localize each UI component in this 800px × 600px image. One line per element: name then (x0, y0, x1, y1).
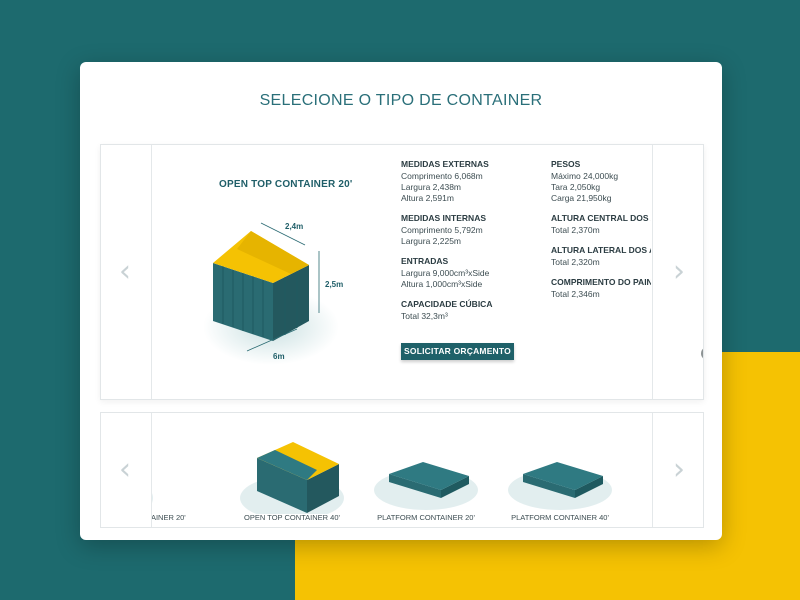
spec-value: Total 2,346m (551, 289, 600, 299)
container-thumbnail[interactable]: PLATFORM CONTAINER 20' (361, 413, 491, 527)
spec-group: CAPACIDADE CÚBICA Total 32,3m³ (401, 299, 492, 322)
spec-title: ENTRADAS (401, 256, 449, 266)
next-container-button[interactable]: › (652, 145, 703, 399)
spec-value: Altura 2,591m (401, 193, 454, 203)
spec-title: PESOS (551, 159, 581, 169)
spec-title: ALTURA LATERAL DOS ARCOS (551, 245, 651, 255)
spec-title: CAPACIDADE CÚBICA (401, 299, 493, 309)
specs-column-1: MEDIDAS EXTERNAS Comprimento 6,068m Largur… (401, 159, 492, 331)
container-thumbnail-label: PLATFORM CONTAINER 20' (377, 513, 475, 522)
spec-value: Máximo 24,000kg (551, 171, 619, 181)
thumbs-next-button[interactable]: › (652, 413, 703, 527)
dimension-height: 2,5m (325, 280, 343, 289)
spec-value: Largura 2,225m (401, 236, 462, 246)
container-illustration: 2,4m 2,5m 6m (203, 222, 343, 365)
container-thumbnail-label: OPEN TOP CONTAINER 40' (244, 513, 340, 522)
spec-title: ALTURA CENTRAL DOS ARCOS (551, 213, 651, 223)
spec-value: Total 32,3m³ (401, 311, 448, 321)
spec-value: Tara 2,050kg (551, 182, 601, 192)
container-thumbnail[interactable]: PLATFORM CONTAINER 40' (495, 413, 625, 527)
thumbs-prev-button[interactable]: ‹ (101, 413, 152, 527)
spec-value: Comprimento 6,068m (401, 171, 483, 181)
spec-value: Largura 9,000cm³xSide (401, 268, 490, 278)
container-thumbnail-icon (374, 462, 478, 510)
chevron-right-icon: › (673, 452, 685, 487)
chevron-left-icon: ‹ (119, 254, 131, 289)
page-title: SELECIONE O TIPO DE CONTAINER (259, 92, 543, 109)
spec-title: MEDIDAS EXTERNAS (401, 159, 489, 169)
selected-container-name: OPEN TOP CONTAINER 20' (219, 179, 353, 190)
container-detail-panel: ‹ OPEN TOP CONTAINER 20' 2,4m 2,5m 6m ME… (100, 144, 704, 400)
spec-value: Altura 1,000cm³xSide (401, 279, 483, 289)
spec-group: ALTURA LATERAL DOS ARCOS Total 2,320m (551, 245, 651, 268)
spec-value: Largura 2,438m (401, 182, 462, 192)
container-thumbnail-icon (240, 442, 344, 514)
spec-value: Total 2,320m (551, 257, 600, 267)
spec-value: Comprimento 5,792m (401, 225, 483, 235)
spec-group: MEDIDAS EXTERNAS Comprimento 6,068m Largur… (401, 159, 492, 204)
chevron-right-icon: › (673, 254, 685, 289)
container-thumbnail-icon (508, 462, 612, 510)
dimension-width: 2,4m (285, 222, 303, 231)
request-quote-button[interactable]: SOLICITAR ORÇAMENTO (401, 343, 514, 360)
prev-container-button[interactable]: ‹ (101, 145, 152, 399)
spec-value: Carga 21,950kg (551, 193, 612, 203)
container-thumbnails-carousel: CONTAINER 20' OPEN TOP CONTAINER 40' PLA… (100, 412, 704, 528)
spec-value: Total 2,370m (551, 225, 600, 235)
spec-group: ENTRADAS Largura 9,000cm³xSide Altura 1,00… (401, 256, 492, 290)
container-thumbnail-label: PLATFORM CONTAINER 40' (511, 513, 609, 522)
spec-title: MEDIDAS INTERNAS (401, 213, 487, 223)
dimension-length: 6m (273, 352, 285, 361)
spec-group: MEDIDAS INTERNAS Comprimento 5,792m Largur… (401, 213, 492, 247)
chevron-left-icon: ‹ (119, 452, 131, 487)
spec-group: PESOS Máximo 24,000kg Tara 2,050kg Carga 21… (551, 159, 651, 204)
spec-title: COMPRIMENTO DO PAINEL (551, 277, 651, 287)
spec-group: ALTURA CENTRAL DOS ARCOS Total 2,370m (551, 213, 651, 236)
container-thumbnail[interactable]: OPEN TOP CONTAINER 40' (227, 413, 357, 527)
container-selector-card: SELECIONE O TIPO DE CONTAINER ‹ OPEN TOP… (80, 62, 722, 540)
spec-group: COMPRIMENTO DO PAINEL Total 2,346m (551, 277, 651, 300)
specs-column-2: PESOS Máximo 24,000kg Tara 2,050kg Carga 21… (551, 159, 651, 309)
